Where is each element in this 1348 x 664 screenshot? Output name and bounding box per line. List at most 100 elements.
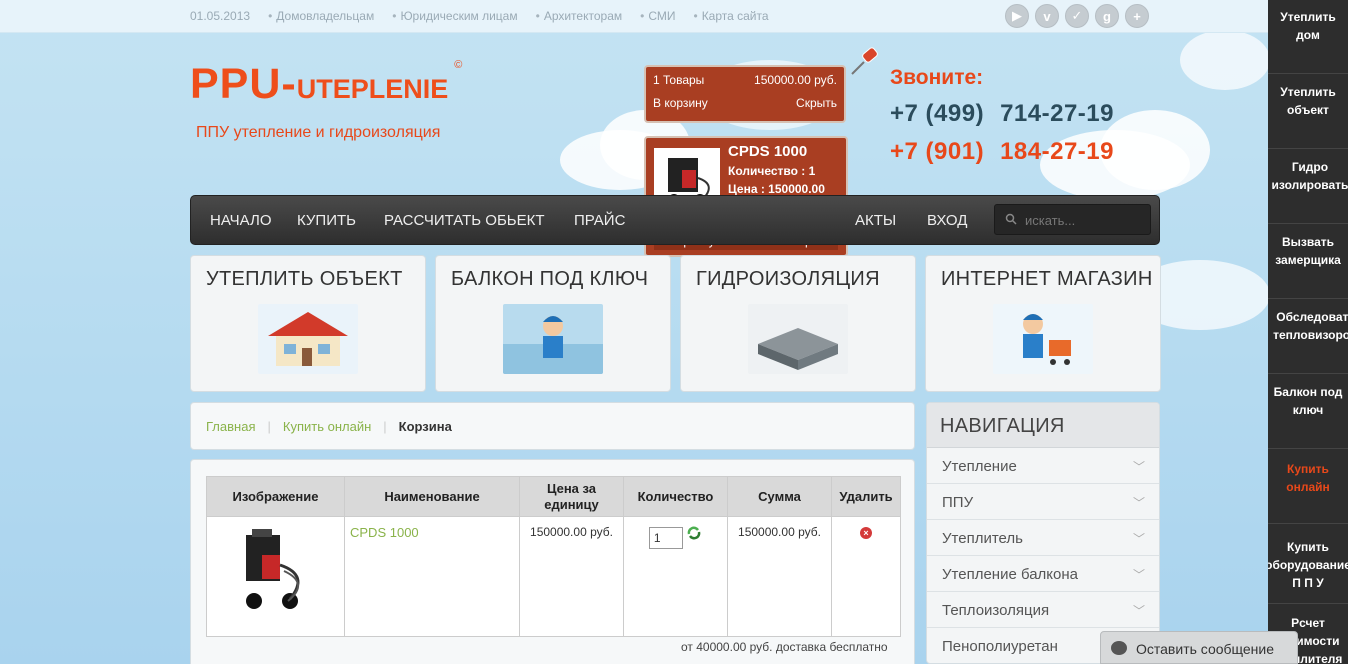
youtube-icon[interactable]: ▶ [1005,4,1029,28]
chevron-down-icon: ﹀ [1132,460,1145,474]
top-link-architects[interactable]: Архитекторам [536,9,622,23]
nav-item-ppu[interactable]: ППУ ﹀ [927,484,1159,520]
delicious-icon[interactable]: ✓ [1065,4,1089,28]
chevron-down-icon: ﹀ [1132,532,1145,546]
vimeo-icon[interactable]: v [1035,4,1059,28]
column-image: Изображение [206,476,345,517]
top-link-sitemap[interactable]: Карта сайта [693,9,769,23]
site-logo[interactable]: PPU-UTEPLENIE © [190,58,463,109]
quantity-input[interactable]: 1 [648,527,683,549]
promo-box-balcony[interactable]: БАЛКОН ПОД КЛЮЧ [435,255,671,392]
promo-box-shop[interactable]: ИНТЕРНЕТ МАГАЗИН [925,255,1161,392]
nav-item-label: Утепление балкона [942,566,1079,583]
phone-1-code: +7 (499) [890,100,985,127]
nav-item-label: Теплоизоляция [942,602,1050,619]
cart-total: 150000.00 руб. [754,73,837,87]
leave-message-button[interactable]: Оставить сообщение [1100,631,1298,664]
popup-product-title: CPDS 1000 [728,143,808,160]
column-qty: Количество [623,476,728,517]
top-link-homeowners[interactable]: Домовладельцам [268,9,374,23]
nav-item-label: ППУ [942,494,974,511]
phone-2: +7 (901) 184-27-19 [890,138,1114,166]
top-links: 01.05.2013 Домовладельцам Юридическим ли… [190,9,787,23]
delete-cell: × [831,516,901,637]
column-name: Наименование [344,476,520,517]
product-price: 150000.00 руб. [519,516,624,637]
breadcrumb-current: Корзина [398,418,452,434]
chevron-down-icon: ﹀ [1132,604,1145,618]
sidebar-item-insulate-object[interactable]: Утеплить объект [1268,75,1348,149]
breadcrumb-buy[interactable]: Купить онлайн [283,419,371,434]
current-date: 01.05.2013 [190,9,251,23]
product-name-link[interactable]: CPDS 1000 [344,516,520,637]
menu-item-price[interactable]: ПРАЙС [574,212,625,229]
column-sum: Сумма [727,476,832,517]
top-link-media[interactable]: СМИ [640,9,675,23]
sidebar-item-balcony[interactable]: Балкон под ключ [1268,375,1348,449]
phone-2-number: 184-27-19 [1000,138,1114,165]
refresh-icon[interactable] [686,525,702,541]
chevron-down-icon: ﹀ [1132,496,1145,510]
promo-box-title: УТЕПЛИТЬ ОБЪЕКТ [206,268,403,290]
product-image[interactable] [234,525,318,615]
product-sum: 150000.00 руб. [727,516,832,637]
promo-box-title: БАЛКОН ПОД КЛЮЧ [451,268,649,290]
delete-icon[interactable]: × [860,527,872,539]
right-sidebar: Утеплить дом Утеплить объект Гидро изоли… [1268,0,1348,664]
nav-item-label: Пенополиуретан [942,638,1058,655]
sidebar-item-insulate-home[interactable]: Утеплить дом [1268,0,1348,74]
cart-hide-button[interactable]: Скрыть [796,96,837,110]
phone-1-number: 714-27-19 [1000,100,1114,127]
pushpin-icon [851,47,878,75]
cart-content: Изображение Наименование Цена за единицу… [190,459,915,664]
navigation-title: НАВИГАЦИЯ [927,403,1159,448]
search-input[interactable]: искать... [994,204,1151,235]
qty-cell: 1 [623,516,728,637]
menu-item-start[interactable]: НАЧАЛО [210,212,272,229]
nav-item-insulant[interactable]: Утеплитель ﹀ [927,520,1159,556]
chevron-down-icon: ﹀ [1132,568,1145,582]
cart-table: Изображение Наименование Цена за единицу… [206,476,901,637]
top-bar: 01.05.2013 Домовладельцам Юридическим ли… [0,0,1268,33]
promo-box-insulate[interactable]: УТЕПЛИТЬ ОБЪЕКТ [190,255,426,392]
chat-bubble-icon [1111,641,1127,655]
sidebar-item-waterproof[interactable]: Гидро изолировать [1268,150,1348,224]
plus-icon[interactable]: + [1125,4,1149,28]
delivery-note: от 40000.00 руб. доставка бесплатно [681,640,888,654]
phone-2-code: +7 (901) [890,138,985,165]
worker-cart-image [993,304,1093,374]
menu-item-login[interactable]: ВХОД [927,212,967,229]
nav-item-insulation[interactable]: Утепление ﹀ [927,448,1159,484]
nav-item-balcony[interactable]: Утепление балкона ﹀ [927,556,1159,592]
logo-mark: © [454,58,463,71]
promo-box-waterproofing[interactable]: ГИДРОИЗОЛЯЦИЯ [680,255,916,392]
top-link-companies[interactable]: Юридическим лицам [392,9,517,23]
worker-balcony-image [503,304,603,374]
call-heading: Звоните: [890,66,984,89]
cart-count: 1 Товары [653,73,705,87]
breadcrumb-home[interactable]: Главная [206,419,255,434]
social-icons: ▶ v ✓ g + [1005,4,1155,28]
sidebar-item-thermal-scan[interactable]: Обследовать тепловизором [1268,300,1348,374]
cart-link[interactable]: В корзину [653,96,708,110]
foundation-image [748,304,848,374]
leave-message-label: Оставить сообщение [1136,641,1275,657]
menu-item-buy[interactable]: КУПИТЬ [297,212,356,229]
sidebar-item-call-measurer[interactable]: Вызвать замерщика [1268,225,1348,299]
nav-item-thermal[interactable]: Теплоизоляция ﹀ [927,592,1159,628]
table-row: CPDS 1000 150000.00 руб. 1 150000.00 руб… [206,516,901,637]
house-image [258,304,358,374]
nav-item-label: Утепление [942,458,1017,475]
sidebar-item-buy-online[interactable]: Купить онлайн [1268,450,1348,524]
column-price: Цена за единицу [519,476,624,517]
google-icon[interactable]: g [1095,4,1119,28]
promo-box-title: ИНТЕРНЕТ МАГАЗИН [941,268,1153,290]
menu-item-contacts[interactable]: АКТЫ [855,212,896,229]
navigation-panel: НАВИГАЦИЯ Утепление ﹀ ППУ ﹀ Утеплитель ﹀ Ут… [926,402,1160,664]
sidebar-item-buy-equipment[interactable]: Купить оборудование П П У [1268,530,1348,604]
column-delete: Удалить [831,476,901,517]
promo-box-title: ГИДРОИЗОЛЯЦИЯ [696,268,880,290]
search-placeholder: искать... [1025,213,1076,228]
menu-item-calculate[interactable]: РАССЧИТАТЬ ОБЬЕКТ [384,212,545,229]
logo-part1: PPU- [190,60,297,108]
